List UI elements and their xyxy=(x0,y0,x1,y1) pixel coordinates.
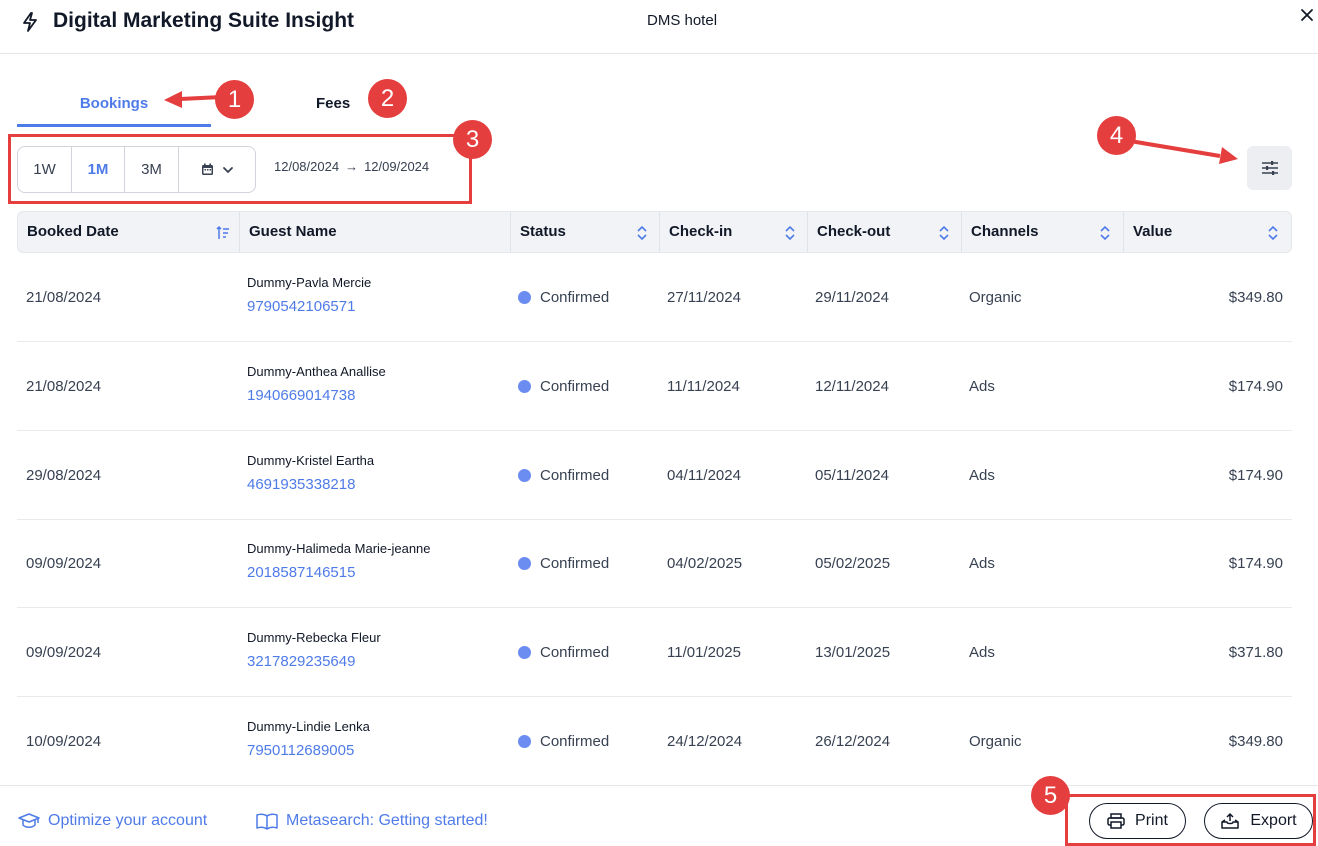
booked-date: 10/09/2024 xyxy=(26,733,102,750)
booked-date: 21/08/2024 xyxy=(26,289,102,306)
check-out-date: 05/11/2024 xyxy=(815,467,889,484)
table-header: Booked Date Guest Name Status Check-in C… xyxy=(17,211,1292,253)
optimize-account-link[interactable]: Optimize your account xyxy=(18,812,207,830)
booking-value: $371.80 xyxy=(1228,644,1283,661)
booking-value: $174.90 xyxy=(1228,467,1283,484)
status-dot xyxy=(518,646,531,659)
channel: Organic xyxy=(969,289,1022,306)
status-badge: Confirmed xyxy=(518,378,609,395)
check-out-date: 12/11/2024 xyxy=(815,378,889,395)
booking-value: $174.90 xyxy=(1228,555,1283,572)
channel: Ads xyxy=(969,378,995,395)
check-out-date: 29/11/2024 xyxy=(815,289,889,306)
sort-desc-icon[interactable] xyxy=(216,225,230,241)
table-row: 09/09/2024 Dummy-Rebecka Fleur 321782923… xyxy=(17,608,1292,697)
check-in-date: 11/01/2025 xyxy=(667,644,741,661)
status-dot xyxy=(518,291,531,304)
channel: Ads xyxy=(969,644,995,661)
sort-icon[interactable] xyxy=(937,225,951,241)
bolt-icon xyxy=(23,12,37,32)
booked-date: 29/08/2024 xyxy=(26,467,102,484)
channel: Ads xyxy=(969,467,995,484)
table-row: 21/08/2024 Dummy-Pavla Mercie 9790542106… xyxy=(17,253,1292,342)
booking-id-link[interactable]: 1940669014738 xyxy=(247,387,355,404)
status-badge: Confirmed xyxy=(518,644,609,661)
col-guest-name: Guest Name xyxy=(240,212,511,252)
guest-name: Dummy-Halimeda Marie-jeanne xyxy=(247,541,431,556)
check-in-date: 27/11/2024 xyxy=(667,289,741,306)
annotation-badge-3: 3 xyxy=(453,120,492,159)
graduation-cap-icon xyxy=(18,813,40,828)
annotation-badge-5: 5 xyxy=(1031,776,1070,815)
hotel-name: DMS hotel xyxy=(647,12,718,29)
booking-id-link[interactable]: 7950112689005 xyxy=(247,742,354,759)
status-dot xyxy=(518,380,531,393)
tab-bookings[interactable]: Bookings xyxy=(17,82,211,127)
col-channels[interactable]: Channels xyxy=(962,212,1124,252)
booking-id-link[interactable]: 4691935338218 xyxy=(247,476,355,493)
channel: Organic xyxy=(969,733,1022,750)
annotation-box-5 xyxy=(1065,794,1316,846)
booking-value: $349.80 xyxy=(1228,733,1283,750)
status-badge: Confirmed xyxy=(518,733,609,750)
annotation-badge-4: 4 xyxy=(1097,116,1136,155)
status-dot xyxy=(518,469,531,482)
booking-id-link[interactable]: 3217829235649 xyxy=(247,653,355,670)
status-dot xyxy=(518,735,531,748)
annotation-box-3 xyxy=(8,134,472,204)
check-out-date: 13/01/2025 xyxy=(815,644,891,661)
table-row: 09/09/2024 Dummy-Halimeda Marie-jeanne 2… xyxy=(17,519,1292,608)
annotation-badge-2: 2 xyxy=(368,79,407,118)
table-row: 21/08/2024 Dummy-Anthea Anallise 1940669… xyxy=(17,342,1292,431)
col-status[interactable]: Status xyxy=(511,212,660,252)
check-in-date: 04/11/2024 xyxy=(667,467,741,484)
guest-name: Dummy-Anthea Anallise xyxy=(247,364,386,379)
close-icon[interactable] xyxy=(1298,6,1316,24)
metasearch-guide-link[interactable]: Metasearch: Getting started! xyxy=(256,812,488,830)
status-badge: Confirmed xyxy=(518,555,609,572)
check-out-date: 05/02/2025 xyxy=(815,555,891,572)
guest-name: Dummy-Rebecka Fleur xyxy=(247,630,381,645)
guest-name: Dummy-Lindie Lenka xyxy=(247,719,370,734)
col-check-out[interactable]: Check-out xyxy=(808,212,962,252)
table-row: 10/09/2024 Dummy-Lindie Lenka 7950112689… xyxy=(17,697,1292,786)
col-check-in[interactable]: Check-in xyxy=(660,212,808,252)
table-row: 29/08/2024 Dummy-Kristel Eartha 46919353… xyxy=(17,431,1292,520)
check-out-date: 26/12/2024 xyxy=(815,733,891,750)
guest-name: Dummy-Pavla Mercie xyxy=(247,275,372,290)
col-value[interactable]: Value xyxy=(1124,212,1291,252)
status-badge: Confirmed xyxy=(518,467,609,484)
check-in-date: 04/02/2025 xyxy=(667,555,743,572)
check-in-date: 11/11/2024 xyxy=(667,378,740,395)
booking-value: $349.80 xyxy=(1228,289,1283,306)
guest-name: Dummy-Kristel Eartha xyxy=(247,453,375,468)
filter-button[interactable] xyxy=(1247,146,1292,190)
booking-value: $174.90 xyxy=(1228,378,1283,395)
booking-id-link[interactable]: 2018587146515 xyxy=(247,564,355,581)
modal-title: Digital Marketing Suite Insight xyxy=(53,9,355,32)
booked-date: 21/08/2024 xyxy=(26,378,102,395)
book-icon xyxy=(256,813,278,830)
sort-icon[interactable] xyxy=(635,225,649,241)
annotation-badge-1: 1 xyxy=(215,80,254,119)
sort-icon[interactable] xyxy=(1098,225,1112,241)
sort-icon[interactable] xyxy=(783,225,797,241)
booking-id-link[interactable]: 9790542106571 xyxy=(247,298,355,315)
modal-header: Digital Marketing Suite Insight DMS hote… xyxy=(0,0,1318,54)
sort-icon[interactable] xyxy=(1266,225,1280,241)
check-in-date: 24/12/2024 xyxy=(667,733,743,750)
booked-date: 09/09/2024 xyxy=(26,644,102,661)
col-booked-date[interactable]: Booked Date xyxy=(18,212,240,252)
status-dot xyxy=(518,557,531,570)
channel: Ads xyxy=(969,555,995,572)
status-badge: Confirmed xyxy=(518,289,609,306)
booked-date: 09/09/2024 xyxy=(26,555,102,572)
filter-sliders-icon xyxy=(1261,161,1278,175)
